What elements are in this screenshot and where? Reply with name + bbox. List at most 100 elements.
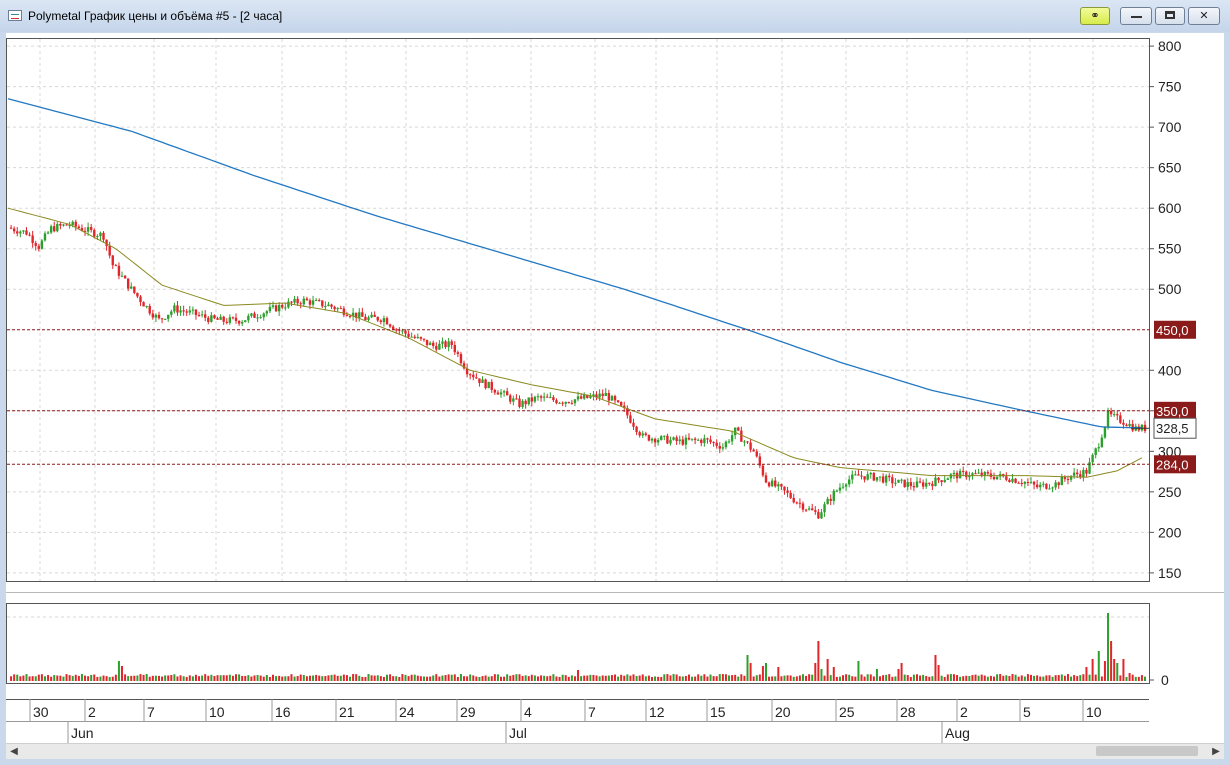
volume-bar [746, 655, 749, 681]
scroll-left-icon[interactable]: ◀ [6, 744, 22, 759]
volume-bar [40, 674, 43, 681]
scroll-thumb[interactable] [1096, 746, 1198, 756]
volume-bar [210, 674, 213, 681]
volume-bar [922, 674, 925, 681]
candle-body [126, 278, 130, 289]
horizontal-scrollbar[interactable]: ◀ ▶ [6, 743, 1224, 759]
candle-body [644, 433, 648, 436]
volume-bar [268, 676, 271, 681]
candle-body [505, 391, 509, 396]
maximize-button[interactable] [1155, 7, 1185, 25]
candle-body [589, 396, 592, 398]
candle-body [530, 397, 534, 402]
candle-body [188, 310, 191, 313]
volume-bar [549, 675, 552, 681]
volume-bar [1017, 676, 1020, 681]
volume-bar [589, 674, 592, 681]
price-tick-label: 500 [1158, 281, 1182, 297]
candle-body [231, 317, 235, 319]
candle-body [96, 236, 99, 238]
volume-bar [761, 666, 764, 681]
volume-bar [19, 676, 22, 681]
candle-body [709, 439, 712, 443]
candle-body [616, 400, 620, 403]
link-button[interactable]: ⚭ [1080, 7, 1110, 25]
candle-body [755, 451, 758, 457]
volume-bar [885, 674, 888, 681]
candle-body [388, 324, 392, 327]
candle-body [814, 510, 817, 512]
volume-bar [937, 665, 940, 681]
volume-bar [912, 674, 915, 681]
candle-body [854, 474, 857, 476]
candle-body [416, 336, 420, 338]
volume-bar [392, 676, 395, 681]
volume-bar [302, 674, 305, 681]
volume-bar [586, 675, 589, 681]
volume-bar [993, 676, 996, 681]
volume-bar [946, 674, 949, 681]
volume-bar [13, 674, 16, 681]
volume-bar [669, 675, 672, 681]
volume-bar [487, 676, 490, 681]
volume-bar [127, 676, 130, 681]
volume-bar [906, 675, 909, 681]
candle-body [894, 482, 897, 484]
pane-separator[interactable] [6, 592, 1224, 593]
candle-body [117, 265, 121, 276]
minimize-button[interactable] [1120, 7, 1152, 25]
volume-bar [293, 676, 296, 681]
candle-body [669, 439, 672, 444]
volume-bar [1097, 651, 1100, 681]
candle-body [37, 245, 41, 249]
candle-body [213, 315, 216, 319]
candle-body [1060, 477, 1064, 486]
volume-bar [962, 676, 965, 681]
candle-body [962, 470, 965, 472]
candle-body [1085, 469, 1088, 474]
candle-body [478, 378, 481, 383]
volume-bar [105, 676, 108, 681]
candle-body [459, 353, 463, 364]
volume-bar [928, 676, 931, 681]
candle-body [404, 330, 407, 334]
volume-bar [167, 675, 170, 681]
candle-body [290, 301, 293, 303]
candle-body [151, 313, 155, 318]
volume-chart[interactable]: 0 [6, 603, 1224, 691]
volume-bar [700, 675, 703, 681]
volume-bar [1103, 661, 1106, 681]
candle-body [34, 243, 37, 246]
candle-body [672, 437, 675, 440]
volume-bar [749, 663, 752, 681]
link-icon: ⚭ [1090, 10, 1100, 22]
candle-body [130, 286, 133, 289]
candle-body [1051, 487, 1054, 489]
volume-bar [900, 663, 903, 681]
volume-bar [43, 676, 46, 681]
volume-bar [256, 675, 259, 681]
close-button[interactable]: ✕ [1188, 7, 1220, 25]
candle-body [99, 232, 102, 237]
date-month-label: Aug [945, 725, 970, 741]
candle-body [656, 439, 660, 443]
volume-bar [367, 674, 370, 681]
candle-body [1057, 482, 1060, 486]
candle-body [302, 298, 306, 305]
candle-body [844, 484, 848, 487]
candle-body [857, 474, 860, 476]
scroll-right-icon[interactable]: ▶ [1208, 744, 1224, 759]
volume-bar [641, 674, 644, 681]
date-day-label: 28 [900, 704, 916, 720]
volume-bar [450, 674, 453, 681]
candle-body [549, 397, 552, 399]
volume-bar [56, 675, 59, 681]
volume-bar [398, 676, 401, 681]
price-chart[interactable]: 8007507006506005505004003503002502001504… [6, 38, 1224, 584]
volume-bar [826, 659, 829, 681]
candle-body [102, 232, 105, 240]
candle-body [777, 484, 780, 487]
candle-body [860, 475, 863, 477]
candle-body [906, 482, 909, 487]
candle-body [493, 389, 497, 393]
